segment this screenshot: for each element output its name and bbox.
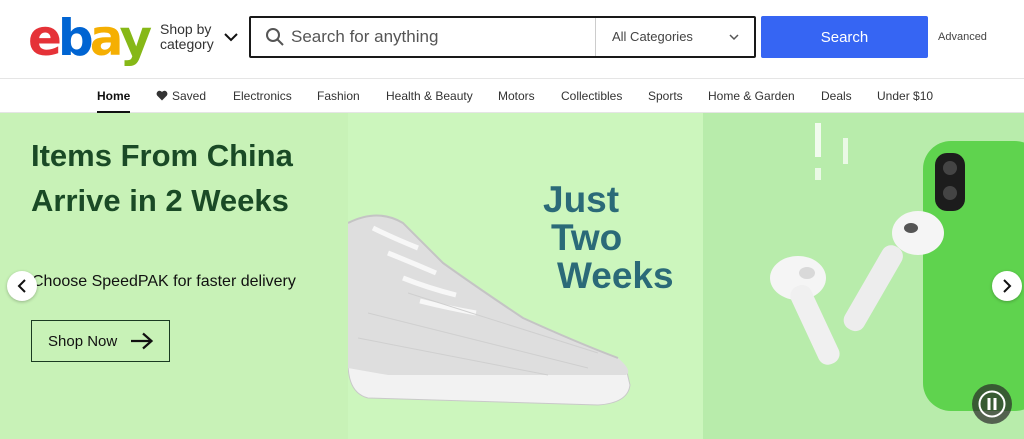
nav-item-health-beauty[interactable]: Health & Beauty: [386, 89, 473, 103]
hero-title: Items From China Arrive in 2 Weeks: [31, 138, 293, 218]
carousel-pause-button[interactable]: [972, 384, 1012, 424]
nav-item-sports[interactable]: Sports: [648, 89, 683, 103]
logo-letter-y: y: [119, 9, 152, 67]
nav-item-saved[interactable]: Saved: [156, 89, 206, 103]
logo-letter-b: b: [57, 9, 94, 67]
nav-item-saved-label: Saved: [172, 89, 207, 103]
ebay-logo[interactable]: ebay: [28, 8, 152, 68]
shop-by-category-button[interactable]: Shop by category: [160, 22, 214, 52]
heart-icon: [156, 90, 168, 101]
search-input[interactable]: [291, 22, 591, 52]
advanced-search-link[interactable]: Advanced: [938, 31, 987, 43]
search-box: All Categories: [249, 16, 756, 58]
chevron-right-icon: [1003, 279, 1012, 293]
shop-by-line2: category: [160, 36, 214, 52]
hero-subtitle: Choose SpeedPAK for faster delivery: [32, 273, 296, 290]
chevron-left-icon: [17, 279, 26, 293]
hero-banner[interactable]: Items From China Arrive in 2 Weeks Choos…: [0, 113, 1024, 439]
promo-text: Just Two Weeks: [543, 181, 674, 295]
category-selected-label: All Categories: [612, 29, 693, 44]
nav-item-electronics[interactable]: Electronics: [233, 89, 292, 103]
pause-icon: [978, 390, 1006, 418]
carousel-next-button[interactable]: [992, 271, 1022, 301]
shop-now-button[interactable]: Shop Now: [31, 320, 170, 362]
logo-letter-a: a: [89, 9, 124, 67]
search-icon: [266, 28, 284, 46]
nav-item-home[interactable]: Home: [97, 89, 130, 103]
arrow-right-icon: [131, 332, 154, 350]
search-button[interactable]: Search: [761, 16, 928, 58]
nav-item-deals[interactable]: Deals: [821, 89, 852, 103]
shop-now-label: Shop Now: [48, 333, 118, 350]
category-nav: Home Saved Electronics Fashion Health & …: [0, 78, 1024, 113]
nav-item-collectibles[interactable]: Collectibles: [561, 89, 622, 103]
chevron-down-icon[interactable]: [222, 28, 240, 46]
promo-line-2: Two: [551, 217, 623, 258]
promo-line-3: Weeks: [557, 255, 674, 296]
header: ebay Shop by category All Categories Sea…: [0, 0, 1024, 78]
nav-item-motors[interactable]: Motors: [498, 89, 535, 103]
nav-item-under-10[interactable]: Under $10: [877, 89, 933, 103]
nav-item-home-garden[interactable]: Home & Garden: [708, 89, 795, 103]
promo-line-1: Just: [543, 179, 620, 220]
chevron-down-icon: [729, 34, 739, 41]
nav-item-fashion[interactable]: Fashion: [317, 89, 360, 103]
shop-by-line1: Shop by: [160, 21, 212, 37]
carousel-prev-button[interactable]: [7, 271, 37, 301]
logo-letter-e: e: [28, 9, 62, 67]
category-select[interactable]: All Categories: [596, 18, 754, 56]
